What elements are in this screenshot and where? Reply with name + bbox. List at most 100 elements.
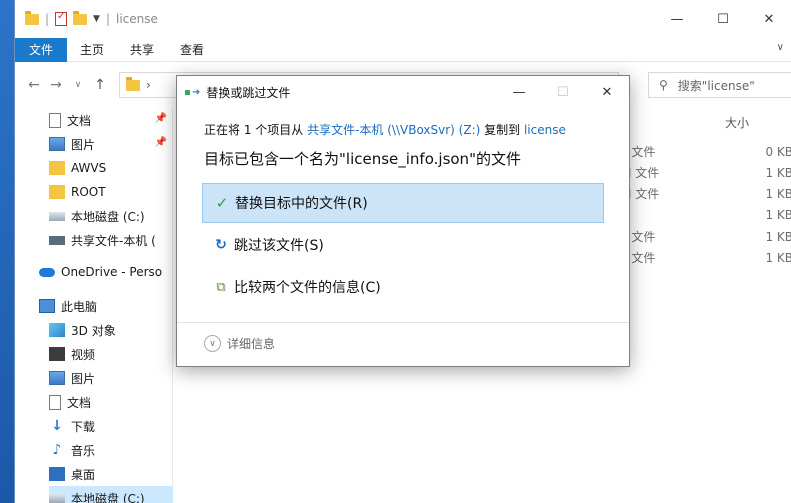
more-details-toggle[interactable]: ∨ 详细信息 xyxy=(204,335,275,352)
search-input[interactable]: ⚲ 搜索"license" xyxy=(648,72,791,98)
file-row[interactable]: ON 文件 1 KB xyxy=(613,183,791,204)
tab-file[interactable]: 文件 xyxy=(15,37,68,62)
nav-item-local-disk-c-selected[interactable]: 本地磁盘 (C:) xyxy=(49,486,173,503)
videos-icon xyxy=(49,347,65,361)
nav-item-label: OneDrive - Perso xyxy=(61,265,163,279)
checkmark-icon: ✓ xyxy=(215,194,229,212)
file-size: 0 KB xyxy=(765,144,791,159)
file-row[interactable]: AT 文件 1 KB xyxy=(613,247,791,268)
expand-ribbon-icon[interactable]: ∨ xyxy=(777,42,784,53)
nav-item-onedrive[interactable]: OneDrive - Perso xyxy=(39,260,173,284)
ribbon-tabs: 文件 主页 共享 查看 ∨ xyxy=(15,37,791,62)
nav-item-pictures[interactable]: 图片 xyxy=(49,366,173,390)
documents-icon xyxy=(49,394,61,410)
more-details-label: 详细信息 xyxy=(227,337,276,351)
nav-item-label: 下载 xyxy=(71,419,96,434)
minimize-button[interactable]: — xyxy=(654,0,700,38)
drive-icon xyxy=(49,493,65,503)
pin-icon[interactable]: 📌 xyxy=(155,137,167,148)
explorer-titlebar: | ▼ | license — ☐ ✕ xyxy=(15,0,791,38)
nav-item-awvs[interactable]: AWVS xyxy=(49,156,173,180)
nav-item-downloads[interactable]: ↓ 下载 xyxy=(49,414,173,438)
file-size: 1 KB xyxy=(765,165,791,180)
nav-item-label: 桌面 xyxy=(71,467,96,482)
file-row[interactable]: ON 文件 1 KB xyxy=(613,162,791,183)
file-row[interactable]: AT 文件 0 KB xyxy=(613,141,791,162)
back-icon[interactable]: ← xyxy=(23,77,45,93)
recent-locations-icon[interactable]: ∨ xyxy=(67,80,89,90)
navigation-pane: 文档 📌 图片 📌 AWVS ROOT 本地磁盘 (C:) 共享文件-本机 ( … xyxy=(15,108,173,503)
nav-item-label: 图片 xyxy=(71,371,96,386)
compare-option-label: 比较两个文件的信息(C) xyxy=(234,280,381,296)
nav-item-desktop[interactable]: 桌面 xyxy=(49,462,173,486)
file-type: ON 文件 xyxy=(613,166,660,180)
file-size: 1 KB xyxy=(765,186,791,201)
music-icon: ♪ xyxy=(52,442,62,458)
file-size: 1 KB xyxy=(765,229,791,244)
new-folder-icon[interactable] xyxy=(73,10,88,25)
tab-share[interactable]: 共享 xyxy=(117,38,167,62)
column-size-header[interactable]: 大小 xyxy=(725,114,749,131)
nav-item-label: 共享文件-本机 ( xyxy=(71,233,156,248)
nav-item-music[interactable]: ♪ 音乐 xyxy=(49,438,173,462)
replace-option[interactable]: ✓ 替换目标中的文件(R) xyxy=(202,183,604,223)
tab-home[interactable]: 主页 xyxy=(67,38,117,62)
dialog-close-button[interactable]: ✕ xyxy=(585,76,629,108)
folder-icon xyxy=(126,76,140,91)
tab-view[interactable]: 查看 xyxy=(167,38,217,62)
nav-item-documents-quick[interactable]: 文档 📌 xyxy=(49,108,173,132)
network-drive-icon xyxy=(49,235,65,245)
properties-icon[interactable] xyxy=(55,11,68,26)
forward-icon[interactable]: → xyxy=(45,77,67,93)
maximize-button[interactable]: ☐ xyxy=(700,0,746,38)
file-row[interactable]: 件 1 KB xyxy=(613,204,791,225)
chevron-down-icon: ∨ xyxy=(204,335,221,352)
destination-link[interactable]: license xyxy=(524,123,566,137)
nav-item-this-pc[interactable]: 此电脑 xyxy=(39,294,173,318)
nav-item-documents[interactable]: 文档 xyxy=(49,390,173,414)
pictures-icon xyxy=(49,371,65,385)
up-icon[interactable]: ↑ xyxy=(89,77,111,93)
source-link[interactable]: 共享文件-本机 (\\VBoxSvr) (Z:) xyxy=(307,123,480,137)
nav-item-label: 此电脑 xyxy=(61,299,98,314)
breadcrumb-separator[interactable]: › xyxy=(146,78,151,92)
file-type: AT 文件 xyxy=(613,145,656,159)
close-button[interactable]: ✕ xyxy=(746,0,791,38)
3d-objects-icon xyxy=(49,323,65,337)
nav-item-videos[interactable]: 视频 xyxy=(49,342,173,366)
compare-icon: ⧉ xyxy=(216,279,226,295)
file-row[interactable]: AT 文件 1 KB xyxy=(613,226,791,247)
nav-item-pictures-quick[interactable]: 图片 📌 xyxy=(49,132,173,156)
skip-icon: ↻ xyxy=(215,237,227,253)
toolbar-divider: | xyxy=(105,12,111,26)
copy-prefix: 正在将 1 个项目从 xyxy=(204,123,308,137)
copy-files-icon: ➜ xyxy=(185,87,200,98)
nav-item-local-disk-c[interactable]: 本地磁盘 (C:) xyxy=(49,204,173,228)
toolbar-divider: | xyxy=(45,12,50,26)
onedrive-icon xyxy=(39,267,55,277)
nav-item-label: 音乐 xyxy=(71,443,96,458)
dialog-minimize-button[interactable]: — xyxy=(497,76,541,108)
compare-option[interactable]: ⧉ 比较两个文件的信息(C) xyxy=(202,267,604,307)
nav-item-label: 本地磁盘 (C:) xyxy=(71,491,145,503)
search-icon: ⚲ xyxy=(659,78,668,92)
skip-option[interactable]: ↻ 跳过该文件(S) xyxy=(202,225,604,265)
replace-option-label: 替换目标中的文件(R) xyxy=(235,196,368,212)
copy-progress-text: 正在将 1 个项目从 共享文件-本机 (\\VBoxSvr) (Z:) 复制到 … xyxy=(204,121,566,138)
pin-icon[interactable]: 📌 xyxy=(155,113,167,124)
file-size: 1 KB xyxy=(765,250,791,265)
search-placeholder: 搜索"license" xyxy=(677,78,755,93)
nav-item-label: 文档 xyxy=(67,395,92,410)
nav-item-shared-folder[interactable]: 共享文件-本机 ( xyxy=(49,228,173,252)
copy-middle: 复制到 xyxy=(480,123,524,137)
customize-toolbar-icon[interactable]: ▼ xyxy=(93,14,100,24)
folder-icon xyxy=(49,161,65,175)
nav-item-label: 视频 xyxy=(71,347,96,362)
nav-item-root[interactable]: ROOT xyxy=(49,180,173,204)
quick-access-toolbar: | ▼ | xyxy=(15,10,111,26)
window-controls: — ☐ ✕ xyxy=(654,0,791,38)
nav-item-3d-objects[interactable]: 3D 对象 xyxy=(49,318,173,342)
nav-item-label: 图片 xyxy=(71,137,96,152)
skip-option-label: 跳过该文件(S) xyxy=(234,238,324,254)
window-title: license xyxy=(116,12,158,26)
